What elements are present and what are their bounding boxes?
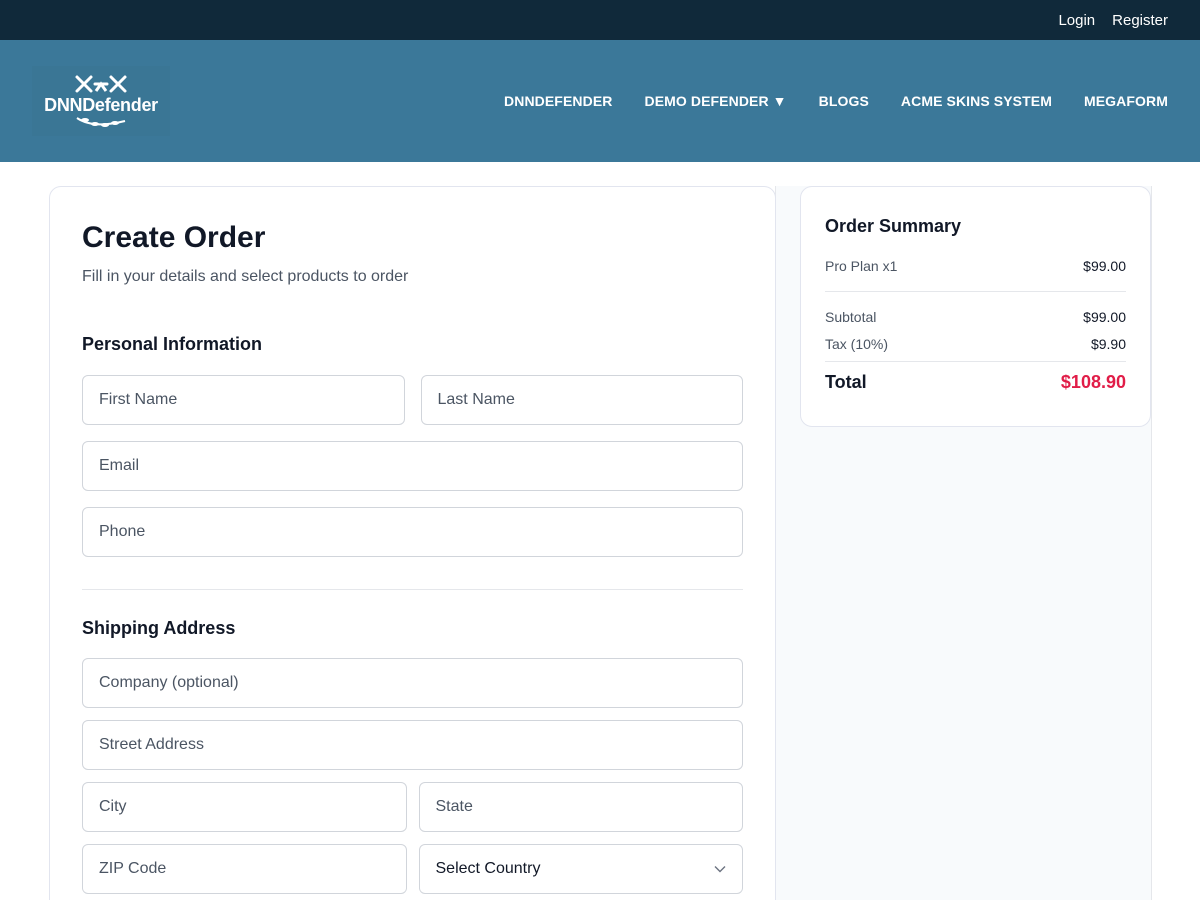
page-subtitle: Fill in your details and select products… — [82, 268, 409, 285]
city-state-row — [82, 782, 743, 832]
line-item-price: $99.00 — [1083, 258, 1126, 274]
phone-field[interactable] — [82, 507, 743, 557]
state-field[interactable] — [418, 782, 743, 832]
login-link[interactable]: Login — [1058, 12, 1095, 29]
nav-item-megaform[interactable]: MEGAFORM — [1084, 93, 1168, 109]
order-form-card: Create Order Fill in your details and se… — [49, 186, 776, 900]
email-field[interactable] — [82, 441, 743, 491]
country-select[interactable]: Select Country — [418, 844, 743, 894]
tax-row: Tax (10%) $9.90 — [825, 336, 1126, 352]
total-divider — [825, 361, 1126, 362]
top-bar: Login Register — [0, 0, 1200, 40]
zip-country-row: Select Country — [82, 844, 743, 894]
first-name-field[interactable] — [82, 375, 405, 425]
company-field[interactable] — [82, 658, 743, 708]
nav-item-blogs[interactable]: BLOGS — [819, 93, 869, 109]
subtotal-value: $99.00 — [1083, 309, 1126, 325]
chevron-down-icon — [714, 866, 726, 873]
zip-code-field[interactable] — [82, 844, 407, 894]
crossed-swords-icon — [75, 75, 127, 92]
street-address-field[interactable] — [82, 720, 743, 770]
order-summary-title: Order Summary — [825, 216, 962, 236]
main-nav: DNNDEFENDER DEMO DEFENDER ▼ BLOGS ACME S… — [504, 93, 1168, 109]
tax-value: $9.90 — [1090, 336, 1126, 352]
total-value: $108.90 — [1060, 372, 1126, 392]
laurel-icon — [76, 116, 126, 127]
subtotal-label: Subtotal — [825, 309, 877, 325]
nav-item-demo-defender[interactable]: DEMO DEFENDER ▼ — [644, 93, 786, 109]
personal-info-heading: Personal Information — [82, 334, 263, 354]
nav-item-dnndefender[interactable]: DNNDEFENDER — [504, 93, 612, 109]
page-title: Create Order — [82, 221, 266, 254]
city-field[interactable] — [82, 782, 407, 832]
section-divider — [82, 589, 743, 590]
order-summary-card: Order Summary Pro Plan x1 $99.00 Subtota… — [800, 186, 1151, 427]
summary-line-item: Pro Plan x1 $99.00 — [825, 258, 1126, 274]
country-select-value: Select Country — [435, 860, 541, 877]
total-row: Total $108.90 — [825, 372, 1126, 393]
shipping-address-heading: Shipping Address — [82, 618, 236, 638]
site-logo[interactable]: DNNDefender — [32, 66, 170, 136]
nav-item-acme-skins-system[interactable]: ACME SKINS SYSTEM — [901, 93, 1052, 109]
summary-divider — [825, 291, 1126, 292]
name-row — [82, 375, 743, 425]
line-item-label: Pro Plan x1 — [825, 258, 898, 274]
last-name-field[interactable] — [420, 375, 743, 425]
tax-label: Tax (10%) — [825, 336, 889, 352]
subtotal-row: Subtotal $99.00 — [825, 309, 1126, 325]
total-label: Total — [825, 372, 867, 392]
logo-text: DNNDefender — [44, 94, 158, 115]
register-link[interactable]: Register — [1112, 12, 1168, 29]
site-header: DNNDefender DNNDEFENDER DEMO DEFENDER ▼ … — [0, 40, 1200, 162]
